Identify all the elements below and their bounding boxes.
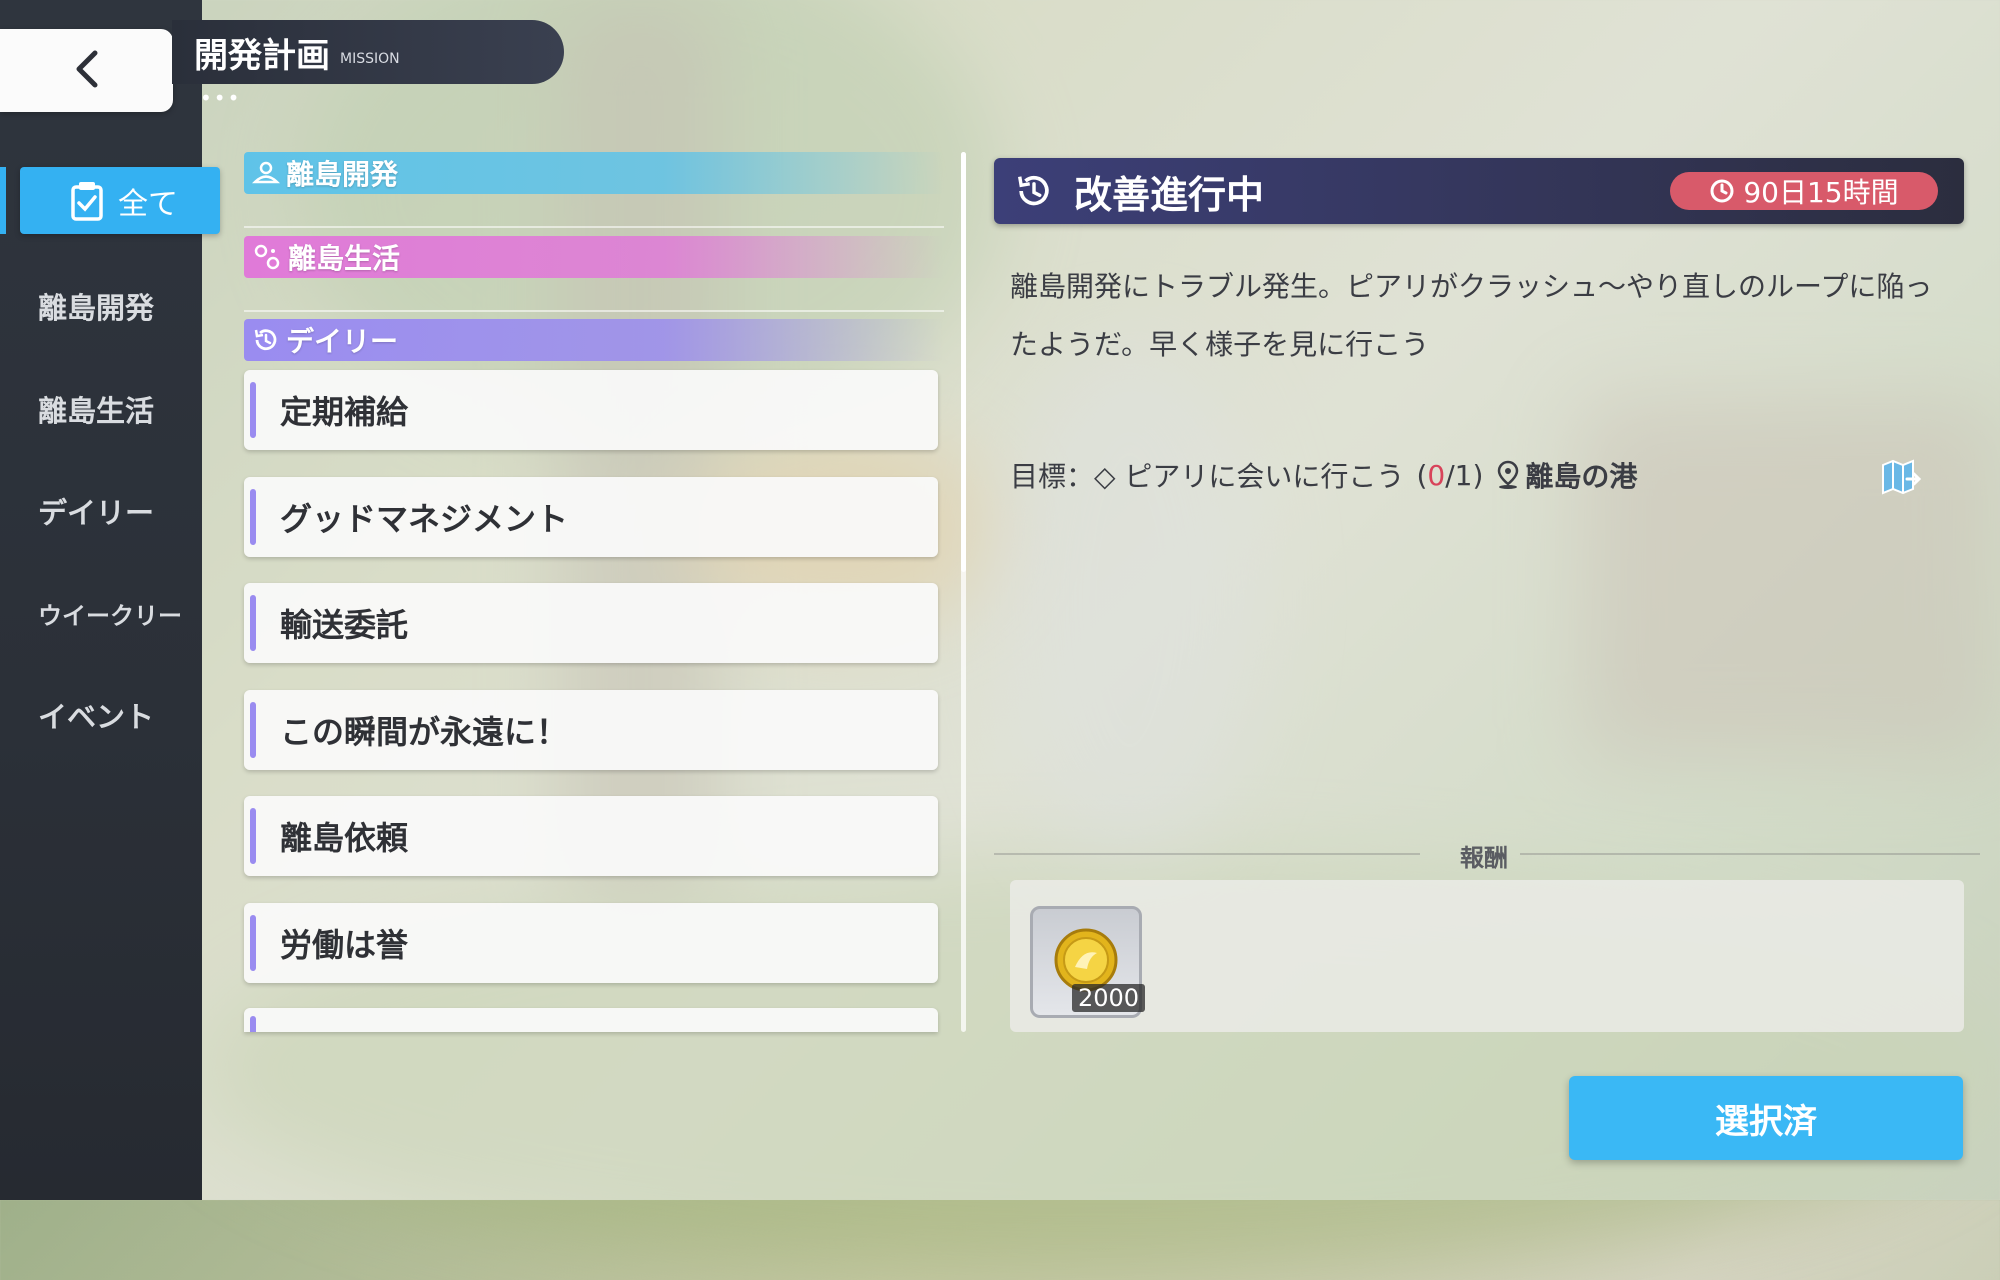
map-navigate-button[interactable] [1876, 452, 1926, 502]
divider [244, 310, 944, 312]
mission-card[interactable]: 労働は誉 [244, 903, 938, 983]
goal-progress-open: ( [1416, 458, 1428, 492]
card-accent-bar [250, 1016, 256, 1032]
mission-label: この瞬間が永遠に！ [280, 713, 569, 751]
sidebar-item-event[interactable]: イベント [38, 694, 154, 736]
goal-progress-total: /1) [1445, 458, 1484, 492]
reward-count: 2000 [1072, 984, 1146, 1012]
mission-card[interactable]: この瞬間が永遠に！ [244, 690, 938, 770]
reward-label: 報酬 [1460, 844, 1508, 872]
mission-goal: 目標：◇ ピアリに会いに行こう (0/1) 離島の港 [1010, 455, 1637, 495]
time-remaining-badge: 90日15時間 [1670, 172, 1938, 210]
mission-label: グッドマネジメント [280, 500, 569, 538]
category-label: デイリー [286, 325, 399, 358]
scrollbar-thumb[interactable] [961, 152, 966, 572]
card-accent-bar [250, 702, 256, 758]
sidebar-item-all[interactable]: 全て [20, 167, 220, 234]
card-accent-bar [250, 808, 256, 864]
mission-label: 離島依頼 [280, 819, 409, 857]
page-subtitle: MISSION [340, 51, 400, 67]
sidebar-item-island-life[interactable]: 離島生活 [38, 388, 154, 430]
card-accent-bar [250, 489, 256, 545]
category-label: 離島生活 [288, 242, 401, 275]
mission-card[interactable]: グッドマネジメント [244, 477, 938, 557]
history-icon [252, 326, 280, 354]
category-label: 離島開発 [286, 158, 399, 191]
card-accent-bar [250, 595, 256, 651]
sidebar-item-label: 全て [118, 186, 178, 222]
selected-button[interactable]: 選択済 [1569, 1076, 1963, 1160]
reward-box [1010, 880, 1964, 1032]
nav-active-indicator [0, 167, 6, 234]
history-icon [1014, 171, 1054, 211]
mission-card[interactable]: 離島依頼 [244, 796, 938, 876]
goal-progress-current: 0 [1427, 458, 1446, 492]
card-accent-bar [250, 915, 256, 971]
category-daily[interactable]: デイリー [244, 319, 944, 361]
page-title-plate: 開発計画 MISSION [172, 20, 564, 84]
mission-card[interactable]: 定期補給 [244, 370, 938, 450]
mission-card-partial[interactable] [244, 1008, 938, 1032]
title-dots: ••• [200, 86, 242, 110]
divider [244, 226, 944, 228]
island-icon [252, 159, 280, 187]
goal-text: 目標：◇ ピアリに会いに行こう [1010, 460, 1405, 493]
mission-detail-header: 改善進行中 90日15時間 [994, 158, 1964, 224]
clock-icon [1709, 178, 1735, 204]
mission-card[interactable]: 輸送委託 [244, 583, 938, 663]
checklist-icon [70, 180, 104, 222]
mission-label: 定期補給 [280, 393, 409, 431]
mission-description: 離島開発にトラブル発生。ピアリがクラッシュ～やり直しのループに陥ったようだ。早く… [1010, 270, 1933, 361]
mission-label: 労働は誉 [280, 926, 409, 964]
goal-location: 離島の港 [1525, 460, 1638, 493]
category-island-life[interactable]: 離島生活 [244, 236, 944, 278]
location-pin-icon [1495, 460, 1521, 490]
page-title: 開発計画 [194, 35, 330, 76]
divider [994, 853, 1420, 855]
divider [1520, 853, 1980, 855]
time-remaining-text: 90日15時間 [1743, 176, 1899, 209]
sidebar-item-island-development[interactable]: 離島開発 [38, 285, 154, 327]
mission-label: 輸送委託 [280, 606, 409, 644]
card-accent-bar [250, 382, 256, 438]
sidebar-item-weekly[interactable]: ウイークリー [38, 596, 182, 631]
mission-title: 改善進行中 [1074, 172, 1265, 217]
category-island-development[interactable]: 離島開発 [244, 152, 944, 194]
back-button[interactable] [0, 29, 173, 112]
map-icon [1879, 457, 1923, 497]
pin-icon [252, 242, 282, 272]
chevron-left-icon [69, 47, 105, 95]
sidebar-item-daily[interactable]: デイリー [38, 490, 154, 532]
